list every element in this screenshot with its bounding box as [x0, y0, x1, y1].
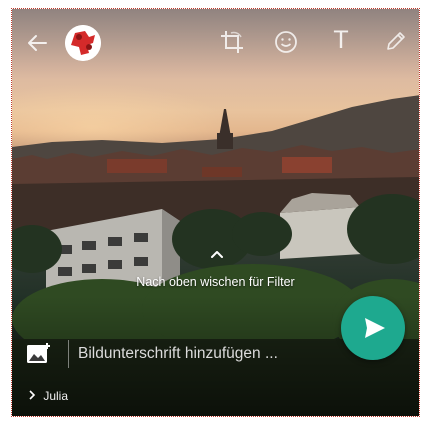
avatar-image: [65, 25, 101, 61]
chevron-up-icon: [211, 251, 223, 258]
recipient-avatar[interactable]: [65, 25, 101, 61]
recipient-name: Julia: [43, 389, 69, 403]
recipient-row[interactable]: Julia: [28, 389, 68, 403]
screenshot-frame: T Nach oben wischen für Filter Julia: [11, 8, 420, 417]
add-image-icon[interactable]: [26, 342, 52, 366]
caption-divider: [68, 340, 69, 368]
caption-bar: [12, 332, 332, 372]
crop-rotate-icon[interactable]: [219, 29, 245, 55]
text-icon[interactable]: T: [330, 27, 352, 53]
send-icon: [365, 318, 385, 338]
chevron-right-icon: [28, 389, 40, 403]
editor-toolbar: T: [12, 9, 419, 71]
emoji-icon[interactable]: [273, 29, 299, 55]
back-arrow-icon[interactable]: [26, 33, 48, 53]
send-button[interactable]: [341, 296, 405, 360]
pencil-icon[interactable]: [384, 29, 408, 53]
filter-swipe-hint: Nach oben wischen für Filter: [136, 275, 295, 289]
caption-input[interactable]: [78, 342, 332, 366]
